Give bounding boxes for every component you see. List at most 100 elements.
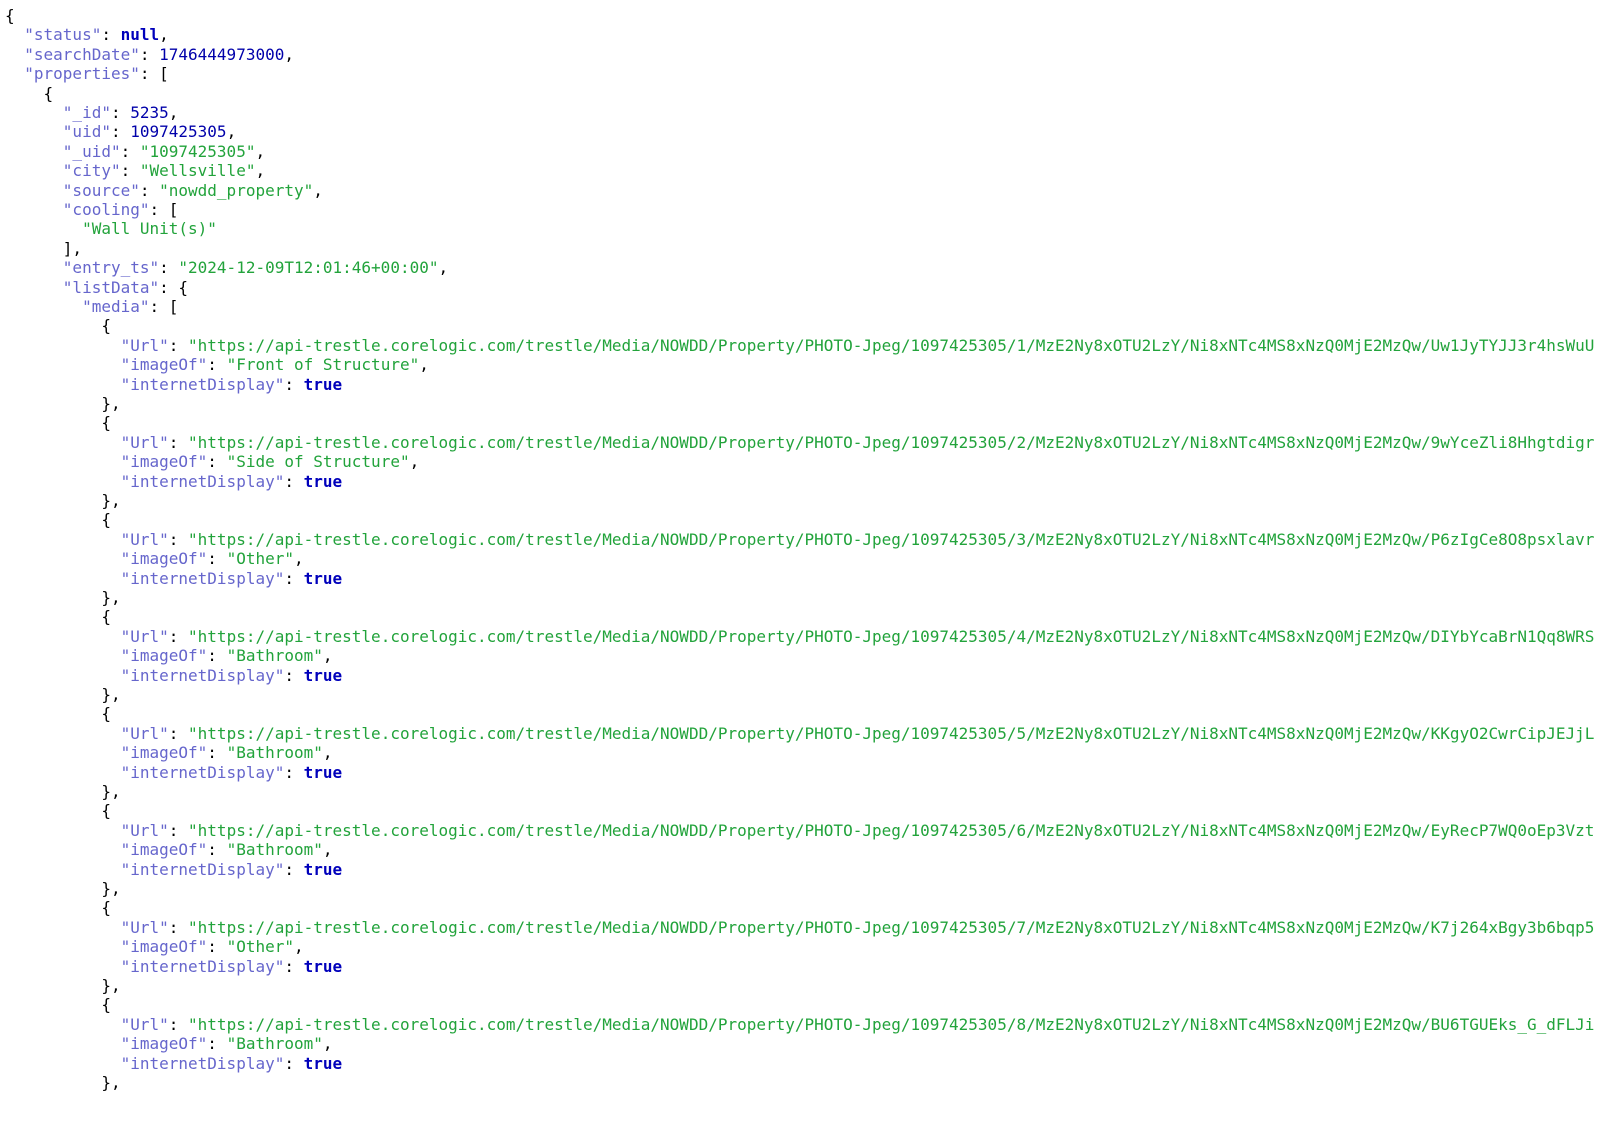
json-punctuation: : [139,44,160,64]
json-punctuation: : [168,1014,189,1034]
json-line: "Url": "https://api-trestle.corelogic.co… [5,1014,1595,1035]
json-punctuation [5,937,121,956]
json-punctuation [5,375,121,394]
json-punctuation: : [207,549,227,569]
json-string: "https://api-trestle.corelogic.com/trest… [188,529,1595,549]
json-line: "media": [ [5,297,178,317]
json-punctuation: : [284,956,304,976]
json-punctuation: , [168,103,179,122]
json-punctuation: { [5,83,54,103]
json-line: }, [5,976,120,996]
json-punctuation [5,278,63,297]
json-punctuation: : { [159,277,189,297]
json-punctuation: }, [5,685,121,704]
json-line: "Wall Unit(s)" [5,219,217,239]
json-key: "internetDisplay" [120,956,285,976]
json-punctuation: : [207,1034,227,1054]
json-keyword: true [303,374,343,394]
json-punctuation: , [284,44,294,64]
json-line: "imageOf": "Bathroom", [5,840,333,860]
json-line: "uid": 1097425305, [5,122,236,142]
json-punctuation: , [438,258,449,278]
json-punctuation: }, [5,588,121,607]
json-punctuation [5,258,63,277]
json-punctuation [5,64,24,83]
json-keyword: true [303,762,343,782]
json-line: "_id": 5235, [5,103,179,123]
json-line: "internetDisplay": true [5,374,343,395]
json-punctuation: : [284,762,304,782]
json-line: ], [5,239,82,259]
json-string: "Side of Structure" [226,452,410,472]
json-punctuation: { [5,510,111,530]
json-punctuation [5,181,63,200]
json-string: "https://api-trestle.corelogic.com/trest… [188,626,1595,646]
json-line: "internetDisplay": true [5,665,343,686]
json-line: "imageOf": "Other", [5,937,304,957]
json-key: "properties" [24,64,140,84]
json-punctuation: { [5,316,111,336]
json-line: "searchDate": 1746444973000, [5,45,294,65]
json-punctuation: : [168,432,189,452]
json-key: "imageOf" [120,355,208,375]
json-punctuation: }, [5,491,121,510]
json-punctuation [5,45,24,64]
json-punctuation: : [207,743,227,763]
json-line: "internetDisplay": true [5,859,343,880]
json-line: "cooling": [ [5,200,179,220]
json-punctuation: : [ [149,200,179,219]
json-string: "Other" [226,937,294,957]
json-key: "Url" [120,917,169,937]
json-keyword: null [120,25,160,45]
json-string: "Bathroom" [226,1034,323,1054]
json-key: "internetDisplay" [120,762,285,782]
json-string: "Bathroom" [226,743,323,763]
json-key: "imageOf" [120,840,208,860]
json-string: "https://api-trestle.corelogic.com/trest… [188,1014,1595,1034]
json-keyword: true [303,859,343,879]
json-punctuation: }, [5,394,121,413]
json-string: "https://api-trestle.corelogic.com/trest… [188,335,1595,355]
json-line: }, [5,394,121,414]
json-string: "https://api-trestle.corelogic.com/trest… [188,820,1595,840]
json-string: "2024-12-09T12:01:46+00:00" [178,258,439,278]
json-punctuation [5,142,63,161]
json-keyword: true [303,471,343,491]
json-key: "imageOf" [120,937,208,957]
json-punctuation [5,355,121,374]
json-punctuation: , [322,1034,333,1054]
json-line: "entry_ts": "2024-12-09T12:01:46+00:00", [5,258,448,278]
json-punctuation: : [168,917,189,937]
json-keyword: true [303,568,343,588]
json-punctuation: }, [5,1073,121,1092]
json-line: "Url": "https://api-trestle.corelogic.co… [5,917,1595,938]
json-line: "Url": "https://api-trestle.corelogic.co… [5,724,1595,744]
json-string: "Wellsville" [139,161,256,181]
json-punctuation: : [ [139,64,169,84]
json-punctuation [5,200,63,219]
json-line: }, [5,879,120,899]
json-string: "1097425305" [139,141,256,161]
json-punctuation: ], [5,238,83,258]
json-line: { [5,607,111,627]
json-line: "source": "nowdd_property", [5,181,323,201]
json-key: "Url" [120,335,169,355]
json-punctuation [5,1054,121,1073]
json-line: { [5,510,111,530]
json-string: "Front of Structure" [226,355,420,375]
json-key: "imageOf" [120,549,208,569]
json-key: "_id" [62,103,111,122]
json-key: "internetDisplay" [120,665,285,685]
json-keyword: true [303,956,343,976]
json-punctuation: : [101,25,121,45]
json-punctuation: , [409,452,420,472]
json-punctuation: { [5,995,111,1015]
json-punctuation: { [5,413,111,433]
json-punctuation [5,25,24,44]
json-punctuation: : [ [149,297,179,316]
json-punctuation [5,103,63,122]
json-string: "Bathroom" [226,646,323,666]
json-punctuation [5,627,121,646]
json-line: "Url": "https://api-trestle.corelogic.co… [5,529,1595,550]
json-punctuation [5,452,121,471]
